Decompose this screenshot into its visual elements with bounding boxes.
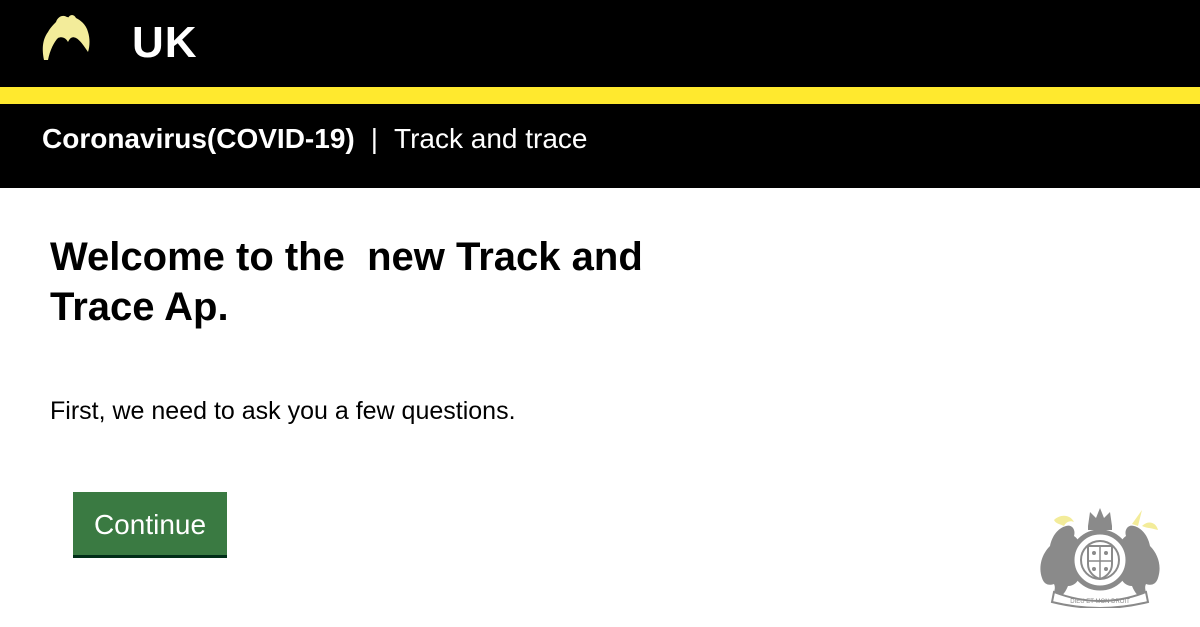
service-subtitle: Track and trace (394, 123, 588, 154)
continue-button[interactable]: Continue (73, 492, 227, 558)
page-title: Welcome to the new Track and Trace Ap. (50, 235, 654, 329)
intro-text: First, we need to ask you a few question… (50, 397, 516, 425)
royal-coat-of-arms-icon: DIEU ET MON DROIT (1040, 508, 1160, 608)
emblem-motto: DIEU ET MON DROIT (1070, 599, 1130, 605)
service-navigation: Coronavirus(COVID-19) | Track and trace (42, 120, 587, 158)
brand-title[interactable]: UK (132, 16, 198, 70)
header-yellow-stripe (0, 87, 1200, 104)
crown-icon[interactable] (36, 10, 94, 64)
service-separator: | (370, 123, 378, 154)
service-name-link[interactable]: Coronavirus(COVID-19) (42, 123, 355, 154)
